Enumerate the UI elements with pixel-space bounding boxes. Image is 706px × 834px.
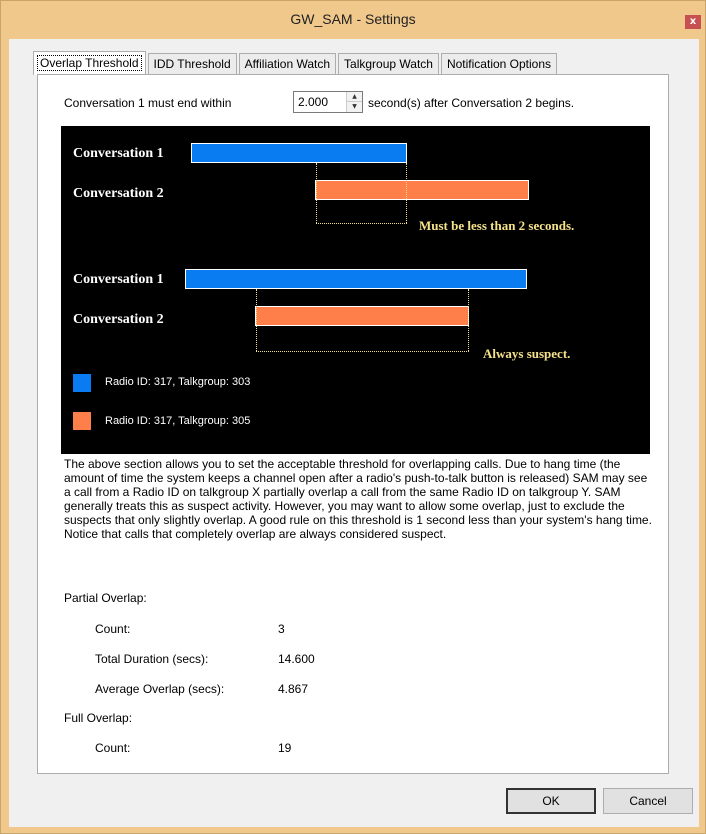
close-icon[interactable]: x [685, 15, 701, 29]
description-text: The above section allows you to set the … [64, 457, 652, 541]
spinner-buttons: ▲ ▼ [346, 92, 362, 112]
example2-conversation2-bar [255, 306, 469, 326]
threshold-spinner[interactable]: 2.000 ▲ ▼ [293, 91, 363, 113]
legend-label-tg305: Radio ID: 317, Talkgroup: 305 [105, 415, 251, 427]
title-bar[interactable]: GW_SAM - Settings x [1, 1, 705, 39]
example1-conversation2-label: Conversation 2 [73, 186, 164, 201]
threshold-suffix-label: second(s) after Conversation 2 begins. [368, 96, 575, 110]
example1-conversation2-bar [315, 180, 529, 200]
legend-swatch-tg303 [73, 374, 91, 392]
tab-strip: Overlap Threshold IDD Threshold Affiliat… [33, 51, 559, 75]
example2-guide-bottom [256, 351, 469, 352]
spinner-down-icon[interactable]: ▼ [347, 102, 362, 112]
full-count-label: Count: [95, 741, 131, 755]
partial-count-value: 3 [278, 622, 285, 636]
tab-talkgroup-watch[interactable]: Talkgroup Watch [338, 53, 439, 74]
partial-average-overlap-label: Average Overlap (secs): [95, 682, 225, 696]
tab-notification-options[interactable]: Notification Options [440, 53, 558, 74]
example1-guide-bottom [316, 223, 407, 224]
spinner-up-icon[interactable]: ▲ [347, 92, 362, 102]
example1-guide-left [316, 163, 317, 223]
legend-label-tg303: Radio ID: 317, Talkgroup: 303 [105, 376, 251, 388]
full-count-value: 19 [278, 741, 292, 755]
overlap-diagram: Conversation 1 Conversation 2 Must be le… [61, 126, 650, 454]
legend-swatch-tg305 [73, 412, 91, 430]
example1-guide-right [406, 163, 407, 223]
partial-total-duration-value: 14.600 [278, 652, 315, 666]
full-overlap-heading: Full Overlap: [64, 711, 133, 725]
example1-conversation1-bar [191, 143, 407, 163]
threshold-spinner-value[interactable]: 2.000 [298, 95, 328, 109]
tab-affiliation-watch[interactable]: Affiliation Watch [238, 53, 337, 74]
example2-conversation1-bar [185, 269, 527, 289]
partial-count-label: Count: [95, 622, 131, 636]
tab-overlap-threshold[interactable]: Overlap Threshold [33, 51, 146, 75]
tab-idd-threshold[interactable]: IDD Threshold [147, 53, 237, 74]
cancel-button[interactable]: Cancel [603, 788, 693, 814]
example2-note: Always suspect. [483, 346, 571, 361]
window-title: GW_SAM - Settings [290, 11, 416, 27]
example2-conversation2-label: Conversation 2 [73, 312, 164, 327]
tab-label: Overlap Threshold [37, 55, 142, 71]
partial-average-overlap-value: 4.867 [278, 682, 309, 696]
example2-guide-right [468, 289, 469, 351]
partial-overlap-heading: Partial Overlap: [64, 591, 147, 605]
ok-button[interactable]: OK [506, 788, 596, 814]
example1-note: Must be less than 2 seconds. [419, 218, 575, 233]
example2-conversation1-label: Conversation 1 [73, 272, 164, 287]
example1-conversation1-label: Conversation 1 [73, 146, 164, 161]
partial-total-duration-label: Total Duration (secs): [95, 652, 209, 666]
example2-guide-left [256, 289, 257, 351]
threshold-prefix-label: Conversation 1 must end within [64, 96, 232, 110]
